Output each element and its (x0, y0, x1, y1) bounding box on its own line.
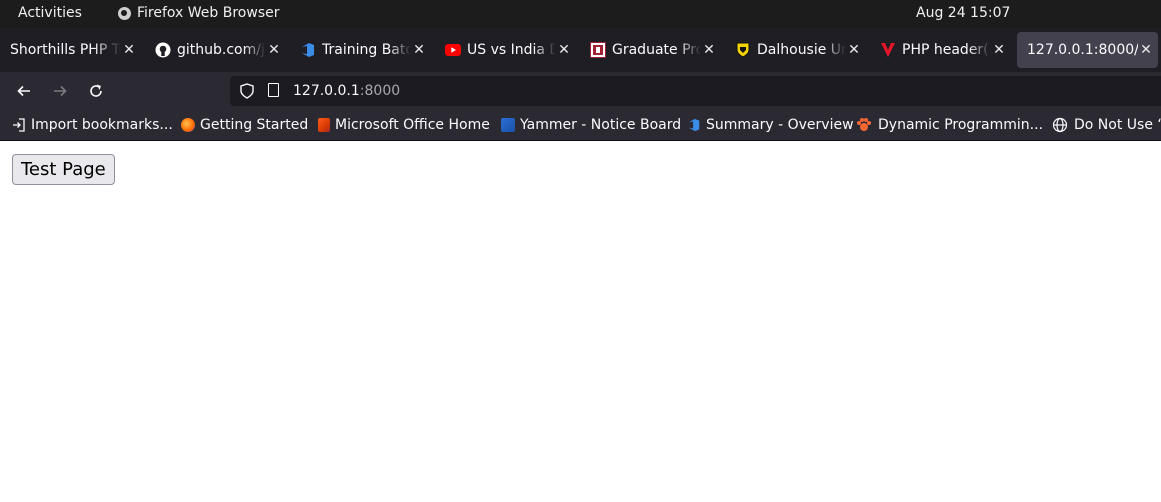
bookmark-label: Dynamic Programmin... (878, 117, 1044, 133)
bookmark-label: Summary - Overview (706, 117, 854, 133)
bookmark-label: Getting Started (200, 117, 309, 133)
page-content: Test Page (0, 141, 1161, 502)
tab-title: github.com/j (177, 42, 265, 58)
dalhousie-shield-icon (735, 42, 751, 58)
page-info-icon[interactable] (268, 83, 279, 97)
office-icon (318, 118, 330, 132)
paw-icon (857, 118, 871, 131)
university-crest-icon (590, 42, 606, 58)
youtube-icon (445, 42, 461, 58)
app-menu[interactable]: Firefox Web Browser (118, 5, 280, 21)
tab-shorthills[interactable]: Shorthills PHP Tr ✕ (0, 32, 141, 68)
tab-training-batch[interactable]: Training Batc ✕ (290, 32, 431, 68)
close-icon[interactable]: ✕ (991, 42, 1007, 58)
close-icon[interactable]: ✕ (701, 42, 717, 58)
tab-youtube[interactable]: US vs India Da ✕ (435, 32, 576, 68)
bookmark-label: Yammer - Notice Board (520, 117, 682, 133)
tab-dalhousie[interactable]: Dalhousie Un ✕ (725, 32, 866, 68)
globe-icon (1052, 117, 1068, 133)
url-host: 127.0.0.1 (293, 83, 360, 99)
bookmark-getting-started[interactable]: Getting Started (181, 117, 308, 133)
activities-button[interactable]: Activities (18, 5, 82, 21)
forward-arrow-icon (54, 85, 67, 97)
tab-title: Training Batc (322, 42, 411, 58)
tab-title: US vs India Da (467, 42, 556, 58)
tab-localhost[interactable]: 127.0.0.1:8000/ ✕ (1017, 32, 1158, 68)
forward-button[interactable] (48, 80, 72, 102)
close-icon[interactable]: ✕ (846, 42, 862, 58)
close-icon[interactable]: ✕ (411, 42, 427, 58)
tab-title: Graduate Pro (612, 42, 701, 58)
firefox-app-icon (118, 6, 131, 20)
back-arrow-icon (17, 85, 30, 97)
tab-title: PHP header() (902, 42, 991, 58)
url-port: :8000 (359, 83, 401, 99)
close-icon[interactable]: ✕ (556, 42, 572, 58)
github-icon (155, 42, 171, 58)
php-v-icon (880, 42, 896, 58)
bookmark-import[interactable]: Import bookmarks... (12, 117, 173, 133)
bookmark-label: Microsoft Office Home (335, 117, 490, 133)
url-text[interactable]: 127.0.0.1:8000 (293, 83, 400, 99)
close-icon[interactable]: ✕ (1138, 42, 1154, 58)
tab-github[interactable]: github.com/j ✕ (145, 32, 286, 68)
bookmark-label: Do Not Use “ (1074, 117, 1161, 133)
bookmark-do-not-use[interactable]: Do Not Use “ (1052, 117, 1161, 133)
navigation-toolbar: 127.0.0.1:8000 (0, 72, 1161, 110)
tab-strip: Shorthills PHP Tr ✕ github.com/j ✕ Train… (0, 28, 1161, 72)
firefox-icon (181, 118, 195, 132)
close-icon[interactable]: ✕ (121, 42, 137, 58)
reload-icon (90, 84, 102, 97)
close-icon[interactable]: ✕ (266, 42, 282, 58)
address-bar[interactable]: 127.0.0.1:8000 (230, 76, 1161, 106)
bookmarks-toolbar: Import bookmarks... Getting Started Micr… (0, 110, 1161, 141)
azure-devops-icon (688, 118, 700, 132)
system-top-bar: Activities Firefox Web Browser Aug 24 15… (0, 0, 1161, 28)
tracking-protection-shield-icon[interactable] (240, 83, 254, 99)
tab-title: Dalhousie Un (757, 42, 846, 58)
app-name: Firefox Web Browser (137, 5, 280, 21)
clock[interactable]: Aug 24 15:07 (916, 5, 1010, 21)
bookmark-summary-overview[interactable]: Summary - Overview (687, 117, 854, 133)
azure-devops-icon (300, 42, 316, 58)
back-button[interactable] (12, 80, 36, 102)
bookmark-dynamic-programming[interactable]: Dynamic Programmin... (856, 117, 1043, 133)
bookmark-office-home[interactable]: Microsoft Office Home (318, 117, 490, 133)
bookmark-yammer[interactable]: Yammer - Notice Board (501, 117, 681, 133)
tab-graduate-program[interactable]: Graduate Pro ✕ (580, 32, 721, 68)
tab-php-header[interactable]: PHP header() ✕ (870, 32, 1011, 68)
yammer-icon (501, 118, 515, 132)
reload-button[interactable] (84, 80, 108, 102)
bookmark-label: Import bookmarks... (31, 117, 173, 133)
import-icon (13, 118, 25, 132)
tab-title: 127.0.0.1:8000/ (1027, 42, 1138, 58)
tab-title: Shorthills PHP Tr (10, 42, 121, 58)
test-page-button[interactable]: Test Page (12, 154, 115, 185)
